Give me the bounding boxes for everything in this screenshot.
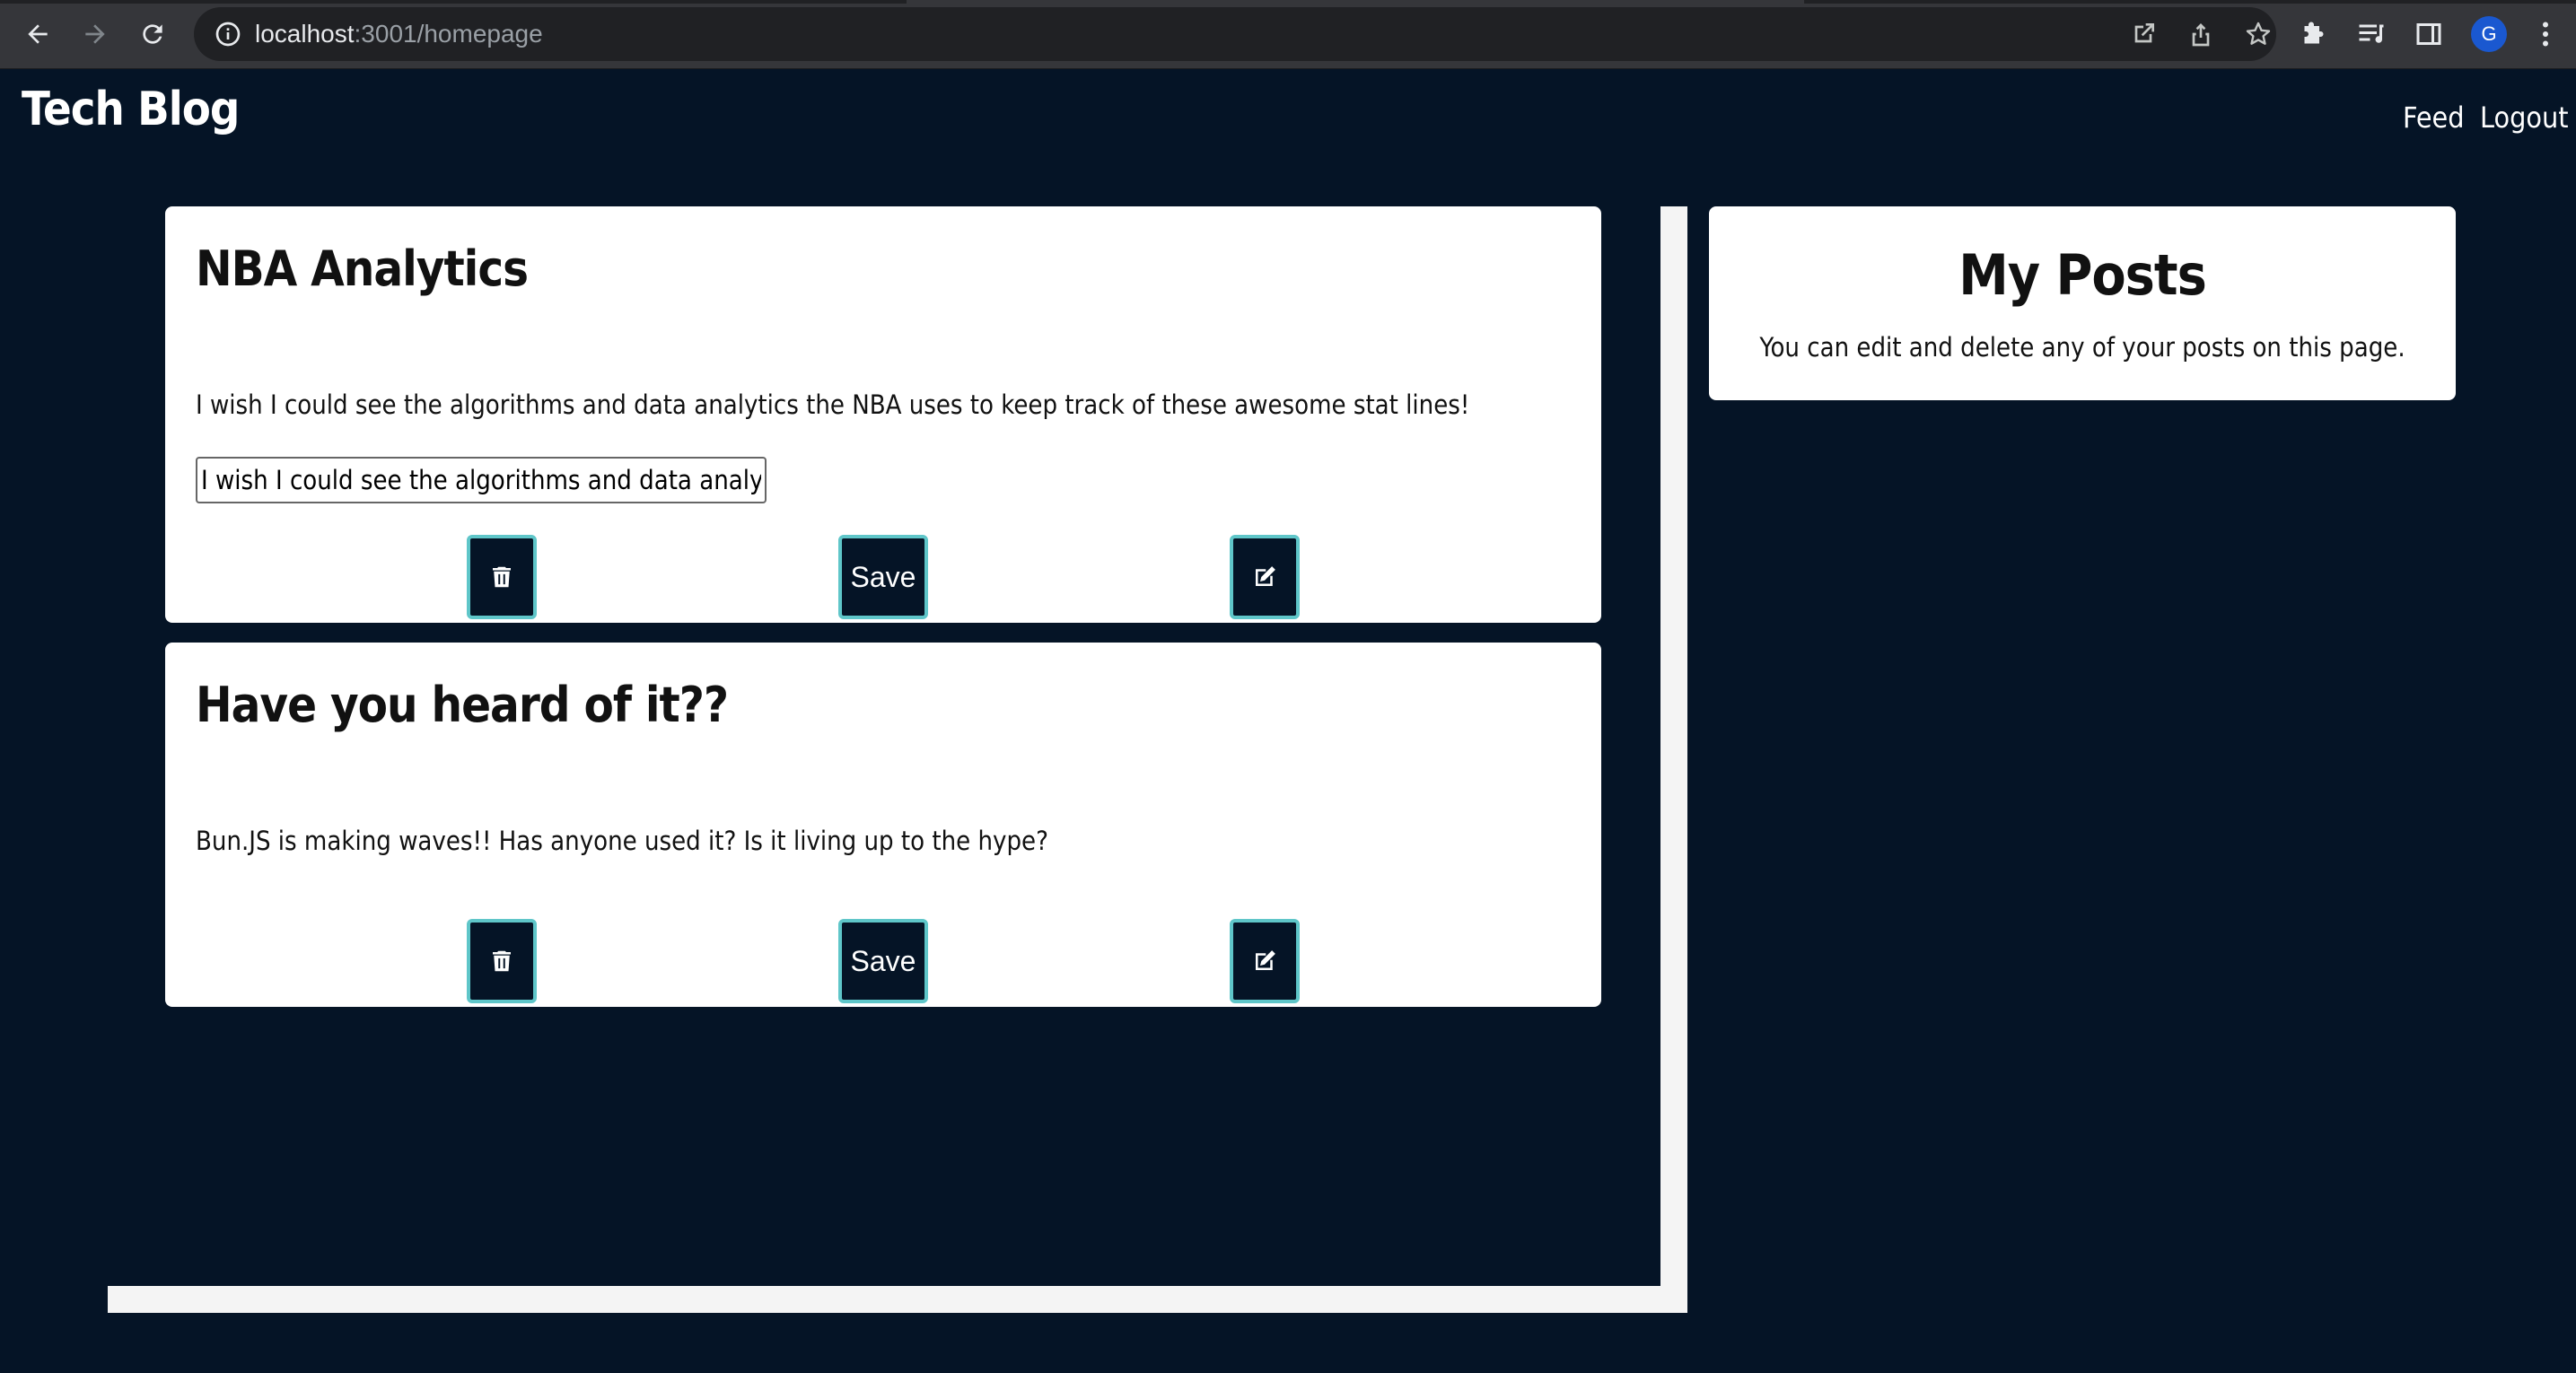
browser-toolbar: localhost:3001/homepage G <box>0 0 2576 69</box>
post-title: Have you heard of it?? <box>196 677 729 733</box>
url-path: :3001/homepage <box>354 20 543 48</box>
nav-logout-link[interactable]: Logout <box>2480 101 2569 135</box>
extensions-puzzle-icon[interactable] <box>2298 18 2330 50</box>
browser-menu-icon[interactable] <box>2529 18 2562 50</box>
content-frame-border-bottom <box>108 1286 1687 1313</box>
post-title: NBA Analytics <box>196 240 529 297</box>
save-post-button[interactable]: Save <box>838 535 928 619</box>
edit-post-button[interactable] <box>1230 535 1300 619</box>
pencil-square-icon <box>1256 566 1275 586</box>
url-text: localhost:3001/homepage <box>255 7 543 61</box>
trash-icon <box>493 950 511 972</box>
reload-icon <box>143 24 162 44</box>
my-posts-description: You can edit and delete any of your post… <box>1759 332 2405 363</box>
forward-arrow-icon <box>85 24 105 44</box>
site-info-icon[interactable] <box>214 20 242 48</box>
url-host: localhost <box>255 20 355 48</box>
active-tab-edge <box>907 0 1804 4</box>
address-bar[interactable]: localhost:3001/homepage <box>194 7 2276 61</box>
media-queue-icon[interactable] <box>2355 18 2388 50</box>
post-card: Have you heard of it?? Bun.JS is making … <box>165 643 1601 1007</box>
content-frame-border-right <box>1660 206 1687 1313</box>
post-edit-input[interactable] <box>196 457 767 503</box>
nav-feed-link[interactable]: Feed <box>2403 101 2465 135</box>
open-in-window-icon[interactable] <box>2129 20 2158 48</box>
post-body: I wish I could see the algorithms and da… <box>196 389 1470 420</box>
side-panel-icon[interactable] <box>2413 18 2445 50</box>
delete-post-button[interactable] <box>467 535 537 619</box>
forward-button[interactable] <box>70 14 120 54</box>
pencil-square-icon <box>1256 950 1275 970</box>
save-post-button[interactable]: Save <box>838 919 928 1003</box>
back-arrow-icon <box>28 24 48 44</box>
post-body: Bun.JS is making waves!! Has anyone used… <box>196 826 1048 856</box>
post-card: NBA Analytics I wish I could see the alg… <box>165 206 1601 623</box>
tab-strip-edge <box>0 0 2576 4</box>
my-posts-panel: My Posts You can edit and delete any of … <box>1709 206 2456 400</box>
reload-button[interactable] <box>127 14 178 54</box>
share-icon[interactable] <box>2186 20 2215 48</box>
profile-avatar[interactable]: G <box>2471 16 2507 52</box>
delete-post-button[interactable] <box>467 919 537 1003</box>
my-posts-heading: My Posts <box>1958 242 2207 308</box>
back-button[interactable] <box>13 14 63 54</box>
trash-icon <box>493 566 511 588</box>
site-brand[interactable]: Tech Blog <box>22 83 240 136</box>
edit-post-button[interactable] <box>1230 919 1300 1003</box>
bookmark-star-icon[interactable] <box>2244 20 2273 48</box>
